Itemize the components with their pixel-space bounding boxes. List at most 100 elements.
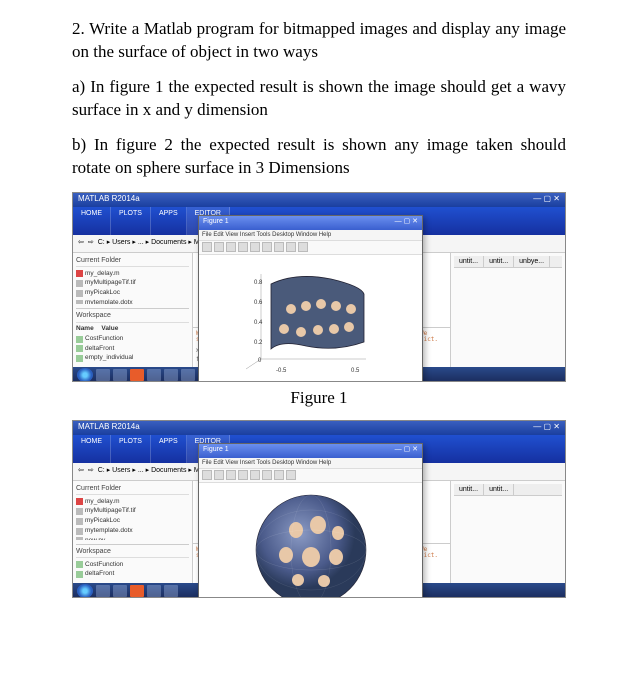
right-panel: untit... untit...: [450, 481, 565, 583]
taskbar-item[interactable]: [113, 369, 127, 381]
figure-title: Figure 1: [203, 217, 229, 229]
nav-back-icon[interactable]: ⇦: [78, 238, 84, 247]
question-part-b: b) In figure 2 the expected result is sh…: [72, 134, 566, 180]
figure-close-icon[interactable]: — ▢ ✕: [395, 217, 418, 229]
question-part-a: a) In figure 1 the expected result is sh…: [72, 76, 566, 122]
file-icon: [76, 508, 83, 515]
svg-text:0.2: 0.2: [254, 340, 263, 346]
svg-text:0.4: 0.4: [254, 320, 263, 326]
editor-tab[interactable]: untit...: [454, 256, 484, 267]
start-button-icon[interactable]: [77, 368, 93, 382]
path-text: C: ▸ Users ▸ ... ▸ Documents ▸ M...: [98, 466, 206, 475]
path-text: C: ▸ Users ▸ ... ▸ Documents ▸ M...: [98, 238, 206, 247]
nav-back-icon[interactable]: ⇦: [78, 466, 84, 475]
taskbar-item[interactable]: [147, 369, 161, 381]
workspace-title: Workspace: [76, 311, 189, 322]
tool-icon[interactable]: [274, 242, 284, 252]
taskbar-item[interactable]: [113, 585, 127, 597]
tool-icon[interactable]: [262, 470, 272, 480]
tool-icon[interactable]: [274, 470, 284, 480]
ribbon-tab-home[interactable]: HOME: [73, 435, 111, 463]
figure-canvas: [199, 483, 422, 598]
editor-tabs: untit... untit...: [454, 484, 562, 496]
tool-icon[interactable]: [286, 470, 296, 480]
file-item: my_delay.m: [76, 497, 189, 507]
figure-menu[interactable]: File Edit View Insert Tools Desktop Wind…: [199, 458, 422, 469]
tool-icon[interactable]: [202, 470, 212, 480]
figure-titlebar: Figure 1 — ▢ ✕: [199, 216, 422, 230]
file-item: myPicakLoc: [76, 289, 189, 299]
current-folder-title: Current Folder: [76, 256, 189, 267]
ribbon-tab-plots[interactable]: PLOTS: [111, 207, 151, 235]
ribbon-tab-apps[interactable]: APPS: [151, 207, 187, 235]
figure-title: Figure 1: [203, 445, 229, 457]
ribbon-tab-apps[interactable]: APPS: [151, 435, 187, 463]
matlab-window-2: MATLAB R2014a — ▢ ✕ HOME PLOTS APPS EDIT…: [72, 420, 566, 598]
editor-tab[interactable]: untit...: [484, 484, 514, 495]
taskbar-item[interactable]: [164, 585, 178, 597]
taskbar-item[interactable]: [147, 585, 161, 597]
figure-1-caption: Figure 1: [72, 387, 566, 410]
file-item: my_delay.m: [76, 269, 189, 279]
current-folder-title: Current Folder: [76, 484, 189, 495]
window-controls: — ▢ ✕: [533, 422, 560, 434]
tool-icon[interactable]: [226, 242, 236, 252]
question-text: Write a Matlab program for bitmapped ima…: [72, 19, 566, 61]
svg-text:0.6: 0.6: [254, 300, 263, 306]
taskbar-item[interactable]: [130, 369, 144, 381]
file-icon: [76, 290, 83, 297]
figure-2-screenshot: MATLAB R2014a — ▢ ✕ HOME PLOTS APPS EDIT…: [72, 420, 566, 598]
wavy-surface-plot: 0.8 0.6 0.4 0.2 0 -0.5 0.5: [236, 264, 386, 379]
taskbar-item[interactable]: [96, 369, 110, 381]
nav-fwd-icon[interactable]: ⇨: [88, 466, 94, 475]
tool-icon[interactable]: [238, 242, 248, 252]
file-list: my_delay.m myMultipageTif.tif myPicakLoc…: [76, 497, 189, 540]
file-icon: [76, 498, 83, 505]
workspace-panel: Workspace Name Value CostFunction deltaF…: [76, 308, 189, 364]
taskbar-item[interactable]: [130, 585, 144, 597]
tool-icon[interactable]: [202, 242, 212, 252]
tool-icon[interactable]: [298, 242, 308, 252]
file-icon: [76, 300, 83, 304]
file-item: new.py: [76, 536, 189, 540]
tool-icon[interactable]: [250, 470, 260, 480]
file-item: myPicakLoc: [76, 517, 189, 527]
question-number: 2.: [72, 19, 85, 38]
ws-row: empty_individual: [76, 354, 189, 364]
tool-icon[interactable]: [238, 470, 248, 480]
editor-tab[interactable]: untit...: [454, 484, 484, 495]
file-item: mytemplate.dotx: [76, 298, 189, 304]
editor-tab[interactable]: untit...: [484, 256, 514, 267]
figure-toolbar: [199, 241, 422, 255]
ws-row: CostFunction: [76, 334, 189, 344]
file-icon: [76, 280, 83, 287]
tool-icon[interactable]: [262, 242, 272, 252]
taskbar-item[interactable]: [164, 369, 178, 381]
right-panel: untit... untit... unbye...: [450, 253, 565, 367]
file-item: myMultipageTif.tif: [76, 279, 189, 289]
editor-tab[interactable]: unbye...: [514, 256, 550, 267]
workspace-panel: Workspace CostFunction deltaFront: [76, 544, 189, 580]
center-panel: Figure 1 — ▢ ✕ File Edit View Insert Too…: [193, 481, 450, 583]
tool-icon[interactable]: [214, 242, 224, 252]
figure-menu[interactable]: File Edit View Insert Tools Desktop Wind…: [199, 230, 422, 241]
tool-icon[interactable]: [214, 470, 224, 480]
svg-text:0.8: 0.8: [254, 280, 263, 286]
figure-1-screenshot: MATLAB R2014a — ▢ ✕ HOME PLOTS APPS EDIT…: [72, 192, 566, 410]
tool-icon[interactable]: [226, 470, 236, 480]
ribbon-tab-home[interactable]: HOME: [73, 207, 111, 235]
figure-popup-window: Figure 1 — ▢ ✕ File Edit View Insert Too…: [198, 215, 423, 382]
start-button-icon[interactable]: [77, 584, 93, 598]
ws-row: deltaFront: [76, 570, 189, 580]
taskbar-item[interactable]: [96, 585, 110, 597]
file-icon: [76, 537, 83, 539]
ribbon-tab-plots[interactable]: PLOTS: [111, 435, 151, 463]
nav-fwd-icon[interactable]: ⇨: [88, 238, 94, 247]
matlab-window-1: MATLAB R2014a — ▢ ✕ HOME PLOTS APPS EDIT…: [72, 192, 566, 382]
taskbar-item[interactable]: [181, 369, 195, 381]
tool-icon[interactable]: [286, 242, 296, 252]
tool-icon[interactable]: [250, 242, 260, 252]
figure-close-icon[interactable]: — ▢ ✕: [395, 445, 418, 457]
window-titlebar: MATLAB R2014a — ▢ ✕: [73, 193, 565, 207]
file-item: mytemplate.dotx: [76, 526, 189, 536]
